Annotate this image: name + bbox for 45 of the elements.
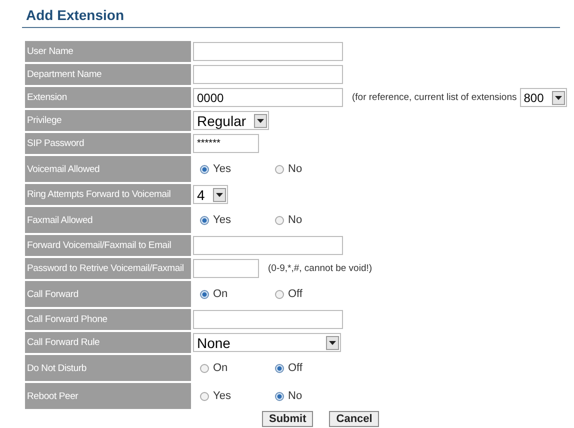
- radio-button[interactable]: No: [275, 163, 350, 175]
- radio-button[interactable]: No: [275, 390, 350, 402]
- caret-icon: [254, 114, 268, 128]
- field-label: SIP Password: [25, 133, 191, 154]
- form-button[interactable]: Cancel: [329, 411, 380, 427]
- dropdown[interactable]: 800: [520, 88, 567, 107]
- password-field[interactable]: ******: [193, 134, 259, 153]
- field-label: Voicemail Allowed: [25, 156, 191, 182]
- caret-icon: [212, 188, 226, 202]
- page-title: Add Extension: [26, 6, 126, 24]
- field-label: Password to Retrive Voicemail/Faxmail: [25, 258, 191, 279]
- radio-button[interactable]: Off: [275, 362, 350, 374]
- radio-button[interactable]: Yes: [200, 214, 275, 226]
- field-label: Call Forward Rule: [25, 332, 191, 353]
- text-field[interactable]: [193, 65, 343, 84]
- text-field[interactable]: [193, 310, 343, 329]
- hint-text: (for reference, current list of extensions: [352, 92, 517, 103]
- field-label: User Name: [25, 41, 191, 62]
- radio-button[interactable]: No: [275, 214, 350, 226]
- dropdown[interactable]: None: [193, 333, 341, 352]
- field-label: Call Forward: [25, 281, 191, 307]
- radio-button[interactable]: Yes: [200, 390, 275, 402]
- form-button[interactable]: Submit: [262, 411, 314, 427]
- password-field[interactable]: [193, 259, 259, 278]
- text-field[interactable]: 0000: [193, 88, 343, 107]
- field-label: Faxmail Allowed: [25, 207, 191, 233]
- text-field[interactable]: [193, 236, 343, 255]
- text-field[interactable]: [193, 42, 343, 61]
- caret-icon: [326, 336, 339, 350]
- dropdown[interactable]: 4: [193, 185, 228, 204]
- field-label: Reboot Peer: [25, 383, 191, 409]
- field-label: Forward Voicemail/Faxmail to Email: [25, 235, 191, 256]
- field-label: Do Not Disturb: [25, 355, 191, 381]
- field-label: Privilege: [25, 110, 191, 131]
- dropdown[interactable]: Regular: [193, 111, 270, 130]
- field-label: Call Forward Phone: [25, 309, 191, 330]
- radio-button[interactable]: On: [200, 362, 275, 374]
- field-label: Ring Attempts Forward to Voicemail: [25, 184, 191, 205]
- caret-icon: [552, 90, 565, 104]
- hint-text: (0-9,*,#, cannot be void!): [268, 263, 372, 274]
- radio-button[interactable]: Off: [275, 288, 350, 300]
- field-label: Extension: [25, 87, 191, 108]
- field-label: Department Name: [25, 64, 191, 85]
- radio-button[interactable]: Yes: [200, 163, 275, 175]
- radio-button[interactable]: On: [200, 288, 275, 300]
